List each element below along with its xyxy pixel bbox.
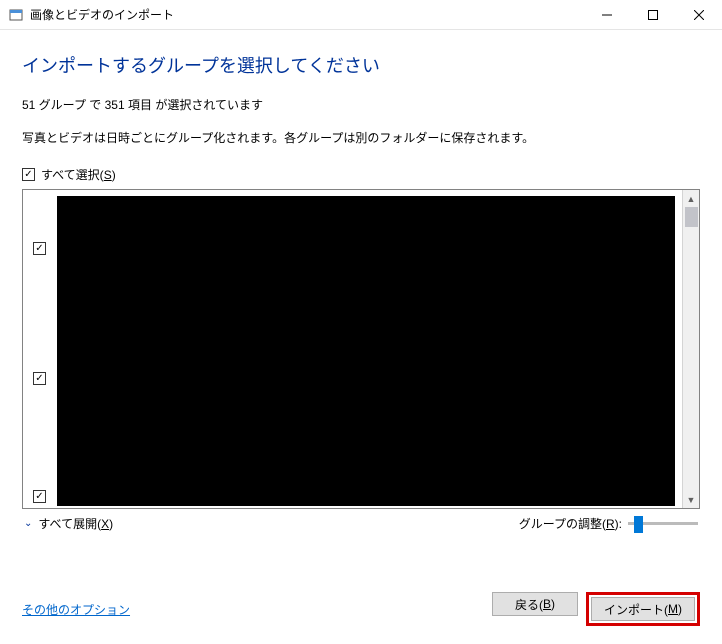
maximize-button[interactable] [630, 0, 676, 29]
group-adjust-slider-wrap: グループの調整(R): [519, 515, 698, 532]
slider-thumb[interactable] [634, 516, 643, 533]
page-heading: インポートするグループを選択してください [22, 52, 700, 78]
titlebar: 画像とビデオのインポート [0, 0, 722, 30]
footer-buttons: 戻る(B) インポート(M) [492, 592, 700, 626]
chevron-down-icon: ⌄ [24, 518, 32, 529]
group-checkbox[interactable] [33, 490, 46, 503]
expand-all-label: すべて展開(X) [38, 515, 113, 532]
footer: その他のオプション 戻る(B) インポート(M) [0, 576, 722, 644]
group-checkbox[interactable] [33, 242, 46, 255]
more-options-link[interactable]: その他のオプション [22, 601, 130, 618]
close-button[interactable] [676, 0, 722, 29]
back-button[interactable]: 戻る(B) [492, 592, 578, 616]
import-button[interactable]: インポート(M) [591, 597, 695, 621]
group-list-viewport [23, 190, 682, 508]
group-checkbox[interactable] [33, 372, 46, 385]
select-all-checkbox[interactable]: すべて選択(S) [22, 166, 116, 183]
app-icon [8, 7, 24, 23]
minimize-button[interactable] [584, 0, 630, 29]
window-controls [584, 0, 722, 29]
select-all-row: すべて選択(S) [22, 166, 700, 183]
info-text: 写真とビデオは日時ごとにグループ化されます。各グループは別のフォルダーに保存され… [22, 129, 700, 146]
group-list: ▲ ▼ [22, 189, 700, 509]
scrollbar-vertical[interactable]: ▲ ▼ [682, 190, 699, 508]
slider-label: グループの調整(R): [519, 515, 622, 532]
checkbox-icon [22, 168, 35, 181]
import-button-highlight: インポート(M) [586, 592, 700, 626]
scroll-thumb[interactable] [685, 207, 698, 227]
select-all-label: すべて選択(S) [41, 166, 116, 183]
window-title: 画像とビデオのインポート [30, 6, 584, 23]
selection-status: 51 グループ で 351 項目 が選択されています [22, 96, 700, 113]
expand-all-link[interactable]: ⌄ すべて展開(X) [24, 515, 113, 532]
list-footer-row: ⌄ すべて展開(X) グループの調整(R): [22, 509, 700, 532]
thumbnail-preview [57, 196, 675, 506]
scroll-down-icon[interactable]: ▼ [683, 491, 699, 508]
group-adjust-slider[interactable] [628, 522, 698, 525]
content-area: インポートするグループを選択してください 51 グループ で 351 項目 が選… [0, 30, 722, 532]
scroll-up-icon[interactable]: ▲ [683, 190, 699, 207]
